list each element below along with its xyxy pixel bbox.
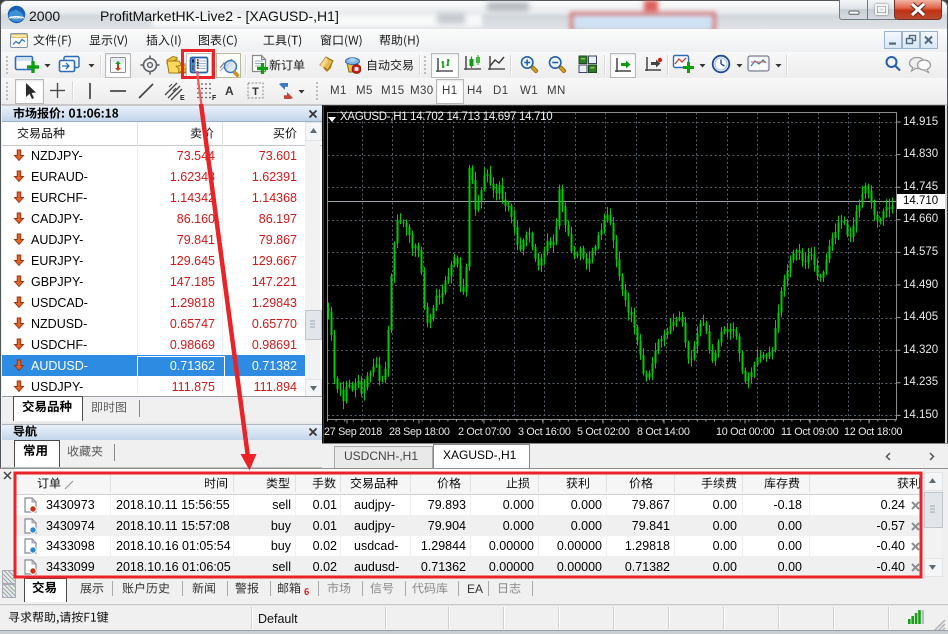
svg-text:E: E [180, 95, 185, 101]
svg-text:PROFIT: PROFIT [10, 16, 23, 20]
svg-text:T: T [252, 86, 259, 98]
svg-text:F: F [212, 95, 217, 101]
